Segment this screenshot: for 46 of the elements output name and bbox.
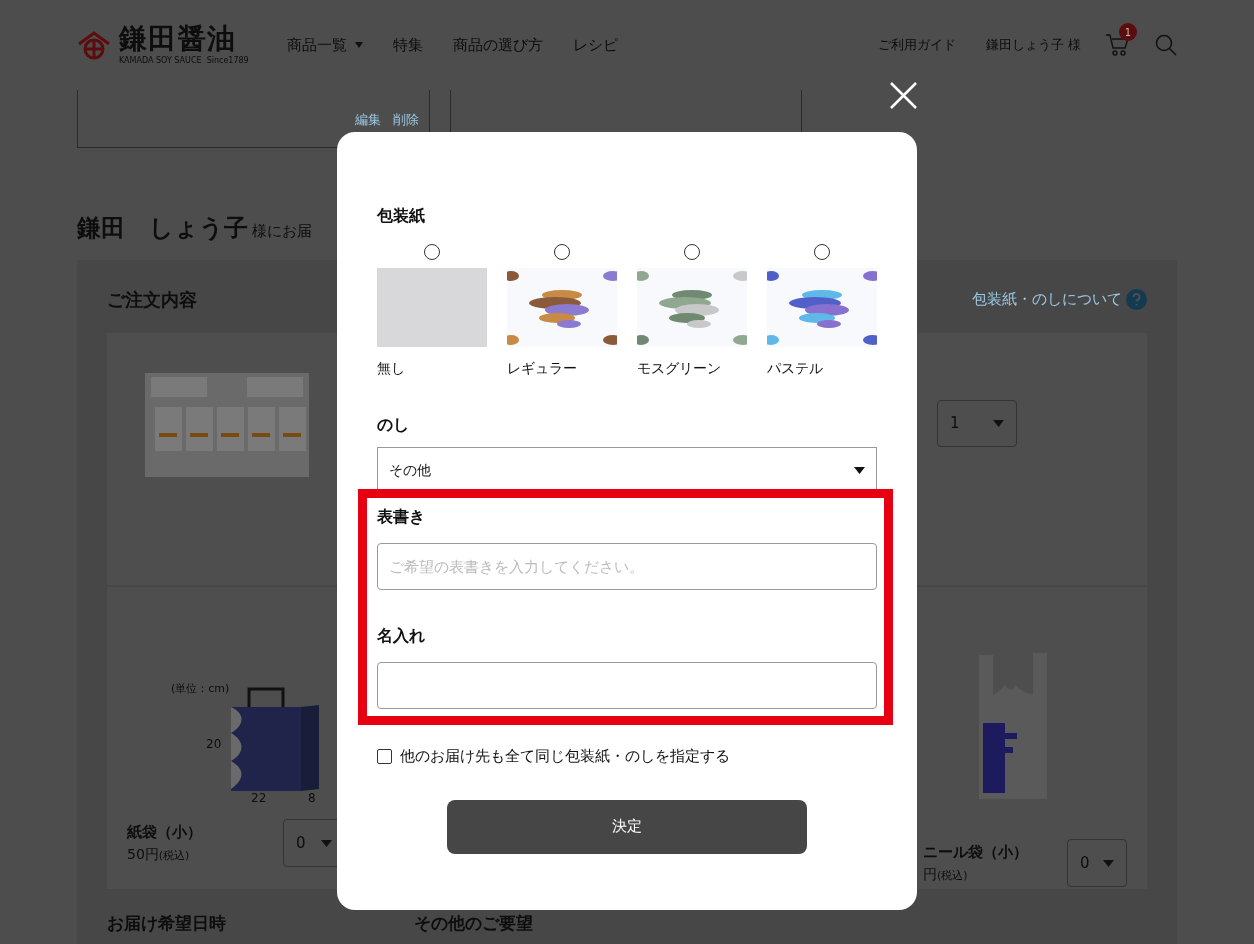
- noshi-title: のし: [377, 414, 410, 436]
- name-field[interactable]: [377, 662, 877, 709]
- cart-count-badge: 1: [1119, 23, 1137, 41]
- order-title: ご注文内容: [107, 288, 197, 312]
- section-heading: お届け希望日時: [107, 912, 226, 935]
- help-icon: [1126, 289, 1147, 310]
- wrapping-label: パステル: [767, 359, 824, 378]
- bag-price: 50円: [127, 844, 159, 864]
- checkbox-label: 他のお届け先も全て同じ包装紙・のしを指定する: [400, 746, 730, 767]
- tax-note: (税込): [937, 867, 968, 884]
- tax-note: (税込): [158, 847, 190, 864]
- submit-button[interactable]: 決定: [447, 799, 807, 854]
- caret-icon: [321, 839, 332, 847]
- depth-dimension: 8: [308, 790, 316, 807]
- caret-icon: [993, 420, 1004, 427]
- address-action-link[interactable]: 削除: [393, 109, 419, 129]
- logo-icon: [77, 30, 111, 60]
- nav-link[interactable]: 特集: [393, 33, 423, 57]
- wrapping-label: レギュラー: [507, 359, 578, 378]
- address-action-link[interactable]: 編集: [355, 109, 381, 129]
- checkbox[interactable]: [377, 748, 392, 764]
- help-link[interactable]: 包装紙・のしについて: [972, 288, 1147, 311]
- inscription-label: 表書き: [377, 506, 426, 528]
- nav-link[interactable]: 商品の選び方: [453, 33, 543, 57]
- wrapping-label: モスグリーン: [637, 359, 722, 378]
- caret-icon: [1103, 859, 1114, 867]
- bag-price: 円: [923, 864, 937, 884]
- recipient-suffix: 様にお届: [252, 221, 312, 242]
- width-dimension: 22: [251, 790, 267, 807]
- wrapping-title: 包装紙: [377, 205, 426, 227]
- caret-icon: [854, 466, 865, 474]
- section-heading: その他のご要望: [414, 912, 533, 935]
- inscription-field[interactable]: ご希望の表書きを入力してください。: [377, 543, 877, 590]
- quantity-select[interactable]: 1: [937, 400, 1017, 447]
- nav-link[interactable]: レシピ: [573, 33, 618, 57]
- close-button[interactable]: [889, 81, 918, 110]
- height-dimension: 20: [206, 736, 222, 753]
- logo-tagline: KAMADA SOY SAUCE Since1789: [119, 57, 249, 65]
- bag-name: ニール袋（小）: [923, 842, 1028, 864]
- bag-name: 紙袋（小）: [127, 822, 202, 844]
- close-icon: [889, 81, 918, 110]
- logo-wordmark: 鎌田醤油: [119, 25, 238, 53]
- wrapping-label: 無し: [377, 359, 406, 378]
- recipient-name: 鎌田 しょう子: [77, 213, 248, 244]
- quantity-select[interactable]: 0: [1067, 839, 1127, 887]
- name-label: 名入れ: [377, 625, 426, 647]
